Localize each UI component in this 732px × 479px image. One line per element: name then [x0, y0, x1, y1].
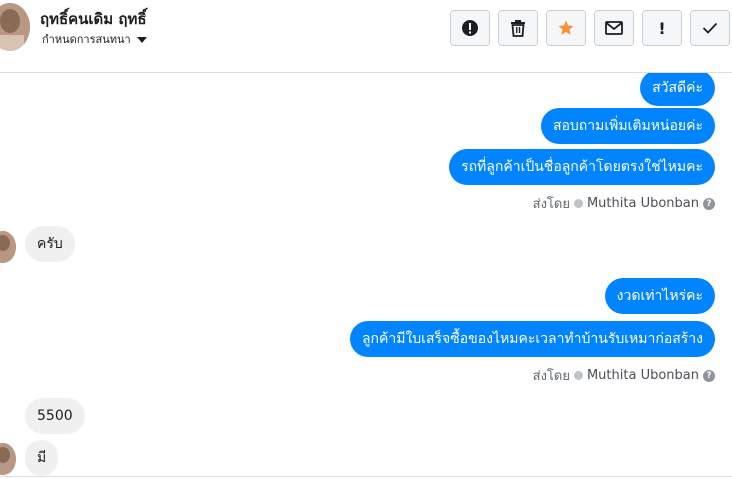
trash-icon — [511, 20, 525, 37]
verified-icon — [573, 371, 583, 380]
message-thread[interactable]: สวัสดีค่ะ สอบถามเพิ่มเติมหน่อยค่ะ รถที่ล… — [0, 73, 732, 477]
mark-done-button[interactable] — [690, 10, 730, 46]
help-icon[interactable]: ? — [703, 369, 715, 382]
exclamation-icon: ! — [658, 18, 666, 38]
star-button[interactable] — [546, 10, 586, 46]
incoming-message[interactable]: ครับ — [25, 226, 75, 262]
outgoing-message[interactable]: งวดเท่าไหร่คะ — [604, 278, 715, 314]
exclamation-circle-icon — [462, 20, 478, 36]
agent-name: Muthita Ubonban — [586, 368, 699, 383]
assign-conversation-label: กำหนดการสนทนา — [42, 33, 131, 46]
outgoing-message[interactable]: สอบถามเพิ่มเติมหน่อยค่ะ — [540, 108, 715, 144]
envelope-icon — [605, 21, 623, 35]
follow-up-button[interactable]: ! — [642, 10, 682, 46]
help-icon[interactable]: ? — [703, 197, 715, 210]
contact-avatar[interactable] — [0, 3, 30, 51]
caret-down-icon — [136, 36, 147, 43]
incoming-message[interactable]: มี — [25, 440, 59, 476]
sent-by-info: ส่งโดย Muthita Ubonban ? — [533, 365, 715, 386]
outgoing-message[interactable]: สวัสดีค่ะ — [640, 73, 715, 106]
verified-icon — [573, 199, 583, 208]
contact-avatar-small — [0, 443, 16, 475]
sent-by-label: ส่งโดย — [532, 369, 570, 384]
contact-name[interactable]: ฤทธิ์คนเดิม ฤทธิ์ — [40, 7, 147, 31]
delete-button[interactable] — [498, 10, 538, 46]
assign-conversation-dropdown[interactable]: กำหนดการสนทนา — [42, 30, 147, 48]
checkmark-icon — [702, 22, 718, 34]
sent-by-info: ส่งโดย Muthita Ubonban ? — [533, 193, 715, 214]
star-icon — [558, 20, 574, 35]
sent-by-label: ส่งโดย — [532, 197, 570, 212]
mark-unread-button[interactable] — [594, 10, 634, 46]
incoming-message[interactable]: 5500 — [25, 398, 85, 434]
spam-button[interactable] — [450, 10, 490, 46]
outgoing-message[interactable]: รถที่ลูกค้าเป็นชื่อลูกค้าโดยตรงใช่ไหมคะ — [449, 149, 715, 185]
agent-name: Muthita Ubonban — [586, 196, 699, 211]
conversation-header: ฤทธิ์คนเดิม ฤทธิ์ กำหนดการสนทนา ! — [0, 0, 732, 73]
contact-avatar-small — [0, 231, 16, 263]
composer-divider — [0, 476, 732, 477]
outgoing-message[interactable]: ลูกค้ามีใบเสร็จซื้อของไหมคะเวลาทำบ้านรับ… — [349, 321, 715, 357]
conversation-actions: ! — [450, 10, 730, 46]
